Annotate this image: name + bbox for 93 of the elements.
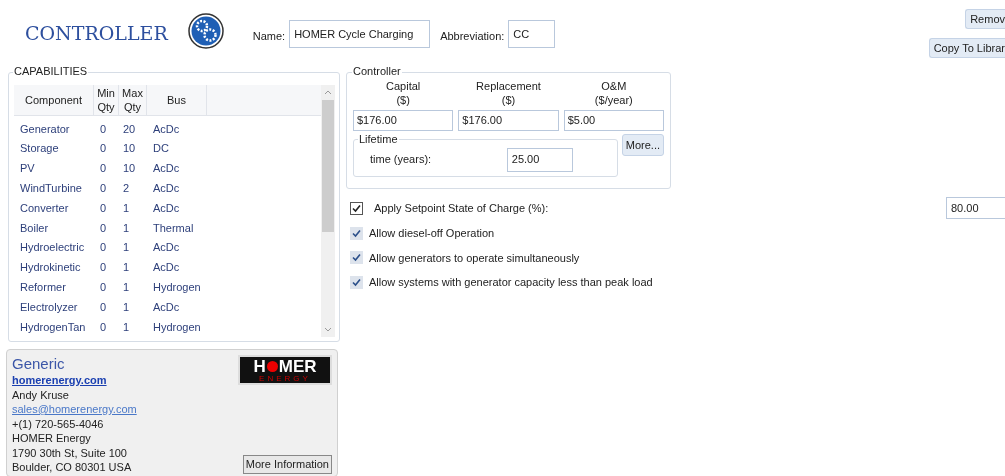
table-cell-text: 0 [99,181,108,197]
table-cell-text: 1 [122,220,131,236]
table-cell-text: 0 [99,240,108,256]
column-header[interactable]: Max Qty [119,85,147,115]
address-line: 1790 30th St, Suite 100 [12,445,128,460]
table-cell-text: 20 [122,121,137,137]
abbreviation-field[interactable]: CC [508,20,556,48]
checkbox[interactable] [350,226,363,240]
homer-logo: H MER ENERGY [238,355,332,385]
more-information-button[interactable]: More Information [242,455,332,474]
checkmark-icon [352,253,361,263]
checkmark-icon [352,228,361,238]
column-header[interactable]: Bus [147,85,207,115]
table-cell-text: AcDc [152,121,181,137]
table-cell-text: 10 [122,141,137,157]
toolbar-button[interactable]: Copy To Librar [928,38,1005,58]
table-cell-text: DC [152,141,170,157]
table-cell-text: Converter [19,200,70,216]
abbreviation-label: Abbreviation: [440,29,505,44]
table-cell-text: Hydroelectric [19,240,86,256]
table-cell-text: 10 [122,161,137,177]
table-cell-text: 1 [122,280,131,295]
table-cell-text: Hydrokinetic [19,260,82,276]
table-cell-text: AcDc [152,200,181,216]
table-cell-text: 0 [99,299,108,315]
cost-field[interactable]: $176.00 [458,110,559,131]
company-name: HOMER Energy [12,431,92,446]
table-cell-text: 2 [122,181,131,197]
table-cell-text: AcDc [152,181,181,197]
table-cell-text: 1 [122,260,131,276]
table-cell-text: PV [19,161,36,177]
table-cell-text: Electrolyzer [19,299,79,315]
option-label: Allow systems with generator capacity less than peak load [369,275,653,290]
manufacturer-name: Generic [12,355,66,373]
cost-field[interactable]: $176.00 [353,110,454,131]
table-cell-text: 0 [99,220,108,236]
address-line: Boulder, CO 80301 USA [12,460,133,475]
option-label: Allow generators to operate simultaneously [369,250,580,266]
cost-field[interactable]: $5.00 [563,110,664,131]
name-label: Name: [252,29,286,44]
checkbox[interactable] [350,275,363,289]
lifetime-field[interactable]: 25.00 [506,147,573,172]
setpoint-field[interactable]: 80.00 [946,197,1005,219]
gears-icon [187,13,224,49]
table-cell-text: 0 [99,141,108,157]
controller-title: Controller [352,66,402,77]
table-cell-text: 0 [99,280,108,295]
table-cell-text: Reformer [19,280,67,295]
table-cell-text: Hydrogen [152,280,202,295]
table-cell-text: AcDc [152,260,181,276]
table-cell-text: HydrogenTan [19,319,87,335]
checkbox[interactable] [350,201,363,215]
table-cell-text: 0 [99,319,108,335]
website-link[interactable]: homerenergy.com [12,373,137,388]
cost-label: O&M ($/year) [594,79,633,107]
table-cell-text: 0 [99,121,108,137]
table-cell-text: AcDc [152,240,181,256]
more-button[interactable]: More... [621,134,664,156]
table-cell-text: 1 [122,319,131,335]
table-cell-text: WindTurbine [19,181,83,197]
checkbox[interactable] [350,251,363,265]
table-cell-text: Thermal [152,220,195,236]
option-label: Allow diesel-off Operation [369,226,495,241]
column-header[interactable]: Min Qty [94,85,119,115]
table-cell-text: Generator [19,121,71,137]
table-cell-text: 1 [122,240,131,256]
email-link[interactable]: sales@homerenergy.com [12,402,137,417]
lifetime-title: Lifetime [358,134,399,145]
table-cell-text: Storage [19,141,60,157]
table-cell-text: 0 [99,200,108,216]
table-cell-text: AcDc [152,161,181,177]
lifetime-label: time (years): [370,152,432,168]
table-cell-text: Hydrogen [152,319,202,335]
capabilities-title: CAPABILITIES [13,66,89,77]
column-header[interactable]: Component [14,85,94,115]
scrollbar[interactable] [321,85,335,337]
table-cell-text: AcDc [152,299,181,315]
table-cell-text: 0 [99,260,108,276]
table-cell-text: 1 [122,200,131,216]
scrollbar-thumb[interactable] [322,100,335,232]
phone-number: +(1) 720-565-4046 [12,416,105,431]
table-cell-text: Boiler [19,220,50,236]
checkmark-icon [352,277,361,287]
table-cell-text: 1 [122,299,131,315]
cost-label: Replacement ($) [476,79,541,107]
name-field[interactable]: HOMER Cycle Charging [289,20,431,48]
setpoint-label: Apply Setpoint State of Charge (%): [374,200,549,216]
cost-label: Capital ($) [386,79,421,107]
page-title: CONTROLLER [25,24,168,43]
checkmark-icon [352,203,361,213]
contact-name: Andy Kruse [12,387,70,402]
toolbar-button[interactable]: Remov [965,9,1005,29]
table-cell-text: 0 [99,161,108,177]
